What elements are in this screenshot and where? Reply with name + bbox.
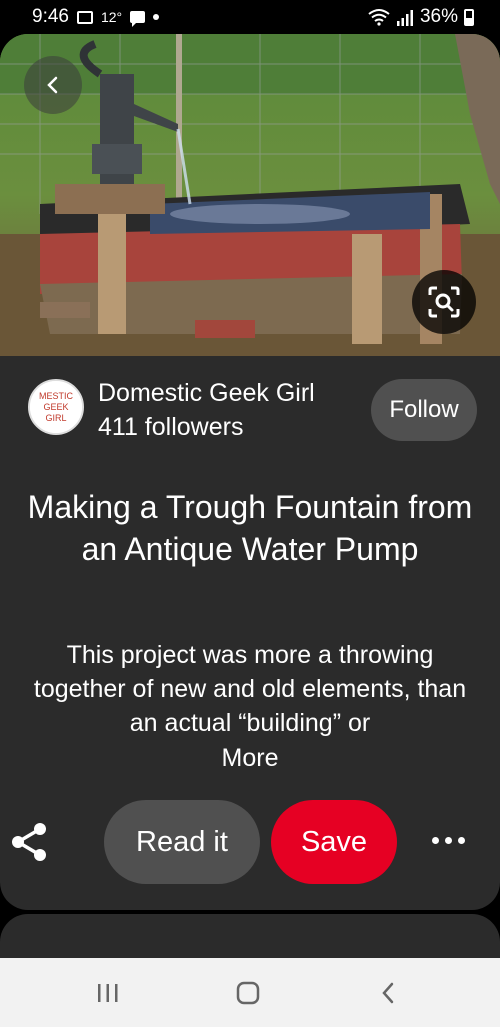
visual-search-button[interactable]	[412, 270, 476, 334]
back-nav-button[interactable]	[348, 958, 428, 1027]
back-button[interactable]	[24, 56, 82, 114]
share-icon	[12, 823, 46, 861]
clock: 9:46	[32, 6, 69, 27]
share-button[interactable]	[10, 822, 48, 862]
dot-icon	[431, 836, 439, 844]
avatar[interactable]: MESTIC GEEK GIRL	[28, 379, 84, 435]
status-bar: 9:46 12° 36%	[0, 0, 500, 34]
battery-percent: 36%	[419, 6, 458, 27]
more-link[interactable]: More	[0, 744, 500, 773]
home-button[interactable]	[208, 958, 288, 1027]
status-left: 9:46 12°	[32, 6, 160, 28]
dot-icon	[153, 14, 160, 20]
recent-apps-icon	[98, 983, 118, 1002]
svg-text:GEEK: GEEK	[43, 402, 68, 412]
more-options-button[interactable]	[428, 830, 468, 850]
pin-description: This project was more a throwing togethe…	[33, 641, 467, 737]
battery-icon	[464, 8, 474, 26]
follow-button[interactable]: Follow	[371, 379, 477, 441]
save-button[interactable]: Save	[271, 800, 397, 884]
svg-text:GIRL: GIRL	[45, 413, 66, 423]
pin-card: MESTIC GEEK GIRL Domestic Geek Girl 411 …	[0, 34, 500, 910]
temperature: 12°	[100, 9, 123, 25]
recent-apps-button[interactable]	[68, 958, 148, 1027]
chevron-left-icon	[47, 76, 58, 94]
creator-row: MESTIC GEEK GIRL Domestic Geek Girl 411 …	[28, 379, 488, 449]
navigation-bar	[0, 958, 500, 1027]
lens-search-icon	[428, 286, 460, 318]
action-bar: Read it Save	[0, 800, 500, 884]
dot-icon	[457, 836, 465, 844]
back-arrow-icon	[382, 982, 394, 1003]
pin-title: Making a Trough Fountain from an Antique…	[27, 489, 473, 567]
follower-count: 411 followers	[98, 413, 244, 441]
creator-name[interactable]: Domestic Geek Girl	[98, 379, 315, 408]
read-it-button[interactable]: Read it	[104, 800, 260, 884]
message-icon	[130, 11, 146, 27]
wifi-icon	[368, 9, 390, 26]
status-right: 36%	[368, 6, 474, 28]
gallery-icon	[76, 10, 93, 24]
creator-logo: MESTIC GEEK GIRL	[30, 381, 82, 433]
svg-text:MESTIC: MESTIC	[39, 391, 74, 401]
signal-icon	[396, 9, 413, 26]
dot-icon	[444, 836, 452, 844]
home-icon	[236, 981, 260, 1004]
